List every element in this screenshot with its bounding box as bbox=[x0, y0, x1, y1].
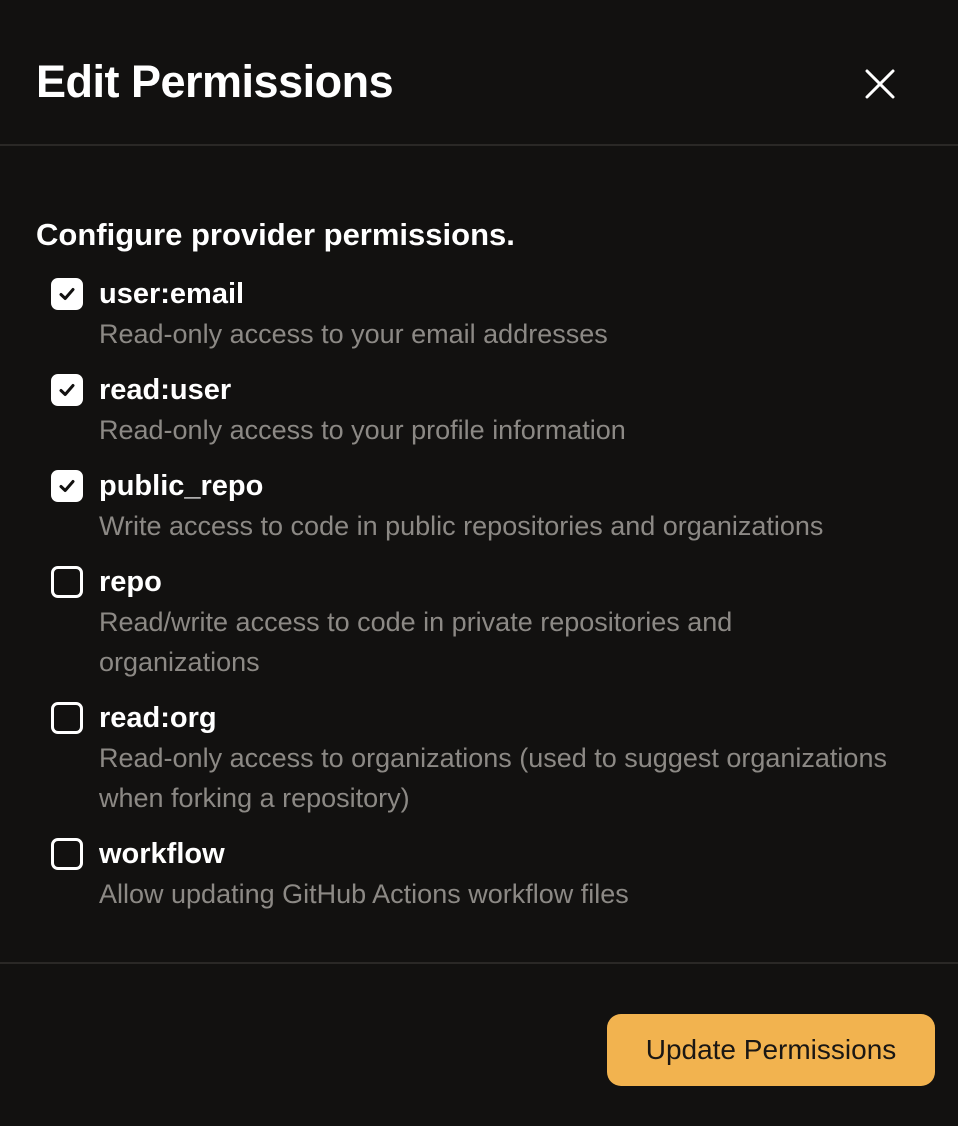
edit-permissions-dialog: Edit Permissions Configure provider perm… bbox=[0, 0, 958, 1126]
dialog-header: Edit Permissions bbox=[0, 0, 958, 146]
permission-description: Write access to code in public repositor… bbox=[99, 511, 824, 541]
permission-checkbox[interactable] bbox=[51, 374, 83, 406]
close-icon bbox=[865, 69, 895, 99]
close-button[interactable] bbox=[858, 62, 902, 106]
check-icon bbox=[59, 288, 75, 300]
permission-name[interactable]: workflow bbox=[99, 834, 225, 874]
permission-description: Read/write access to code in private rep… bbox=[99, 607, 733, 677]
permission-name[interactable]: read:user bbox=[99, 370, 231, 410]
permission-checkbox[interactable] bbox=[51, 838, 83, 870]
permission-description: Read-only access to your email addresses bbox=[99, 319, 608, 349]
permission-name[interactable]: user:email bbox=[99, 274, 244, 314]
permission-name[interactable]: public_repo bbox=[99, 466, 263, 506]
permission-checkbox[interactable] bbox=[51, 702, 83, 734]
check-icon bbox=[59, 384, 75, 396]
check-icon bbox=[59, 480, 75, 492]
permission-description: Read-only access to your profile informa… bbox=[99, 415, 626, 445]
permission-name[interactable]: read:org bbox=[99, 698, 217, 738]
permission-checkbox[interactable] bbox=[51, 470, 83, 502]
permission-list: user:email Read-only access to your emai… bbox=[0, 146, 958, 964]
dialog-footer: Update Permissions bbox=[0, 962, 958, 1126]
dialog-title: Edit Permissions bbox=[36, 56, 394, 107]
permission-checkbox[interactable] bbox=[51, 278, 83, 310]
update-permissions-button[interactable]: Update Permissions bbox=[607, 1014, 935, 1086]
dialog-body: Configure provider permissions. user:ema… bbox=[0, 146, 958, 964]
permission-checkbox[interactable] bbox=[51, 566, 83, 598]
permission-name[interactable]: repo bbox=[99, 562, 162, 602]
permission-description: Read-only access to organizations (used … bbox=[99, 743, 887, 813]
permission-description: Allow updating GitHub Actions workflow f… bbox=[99, 879, 629, 909]
